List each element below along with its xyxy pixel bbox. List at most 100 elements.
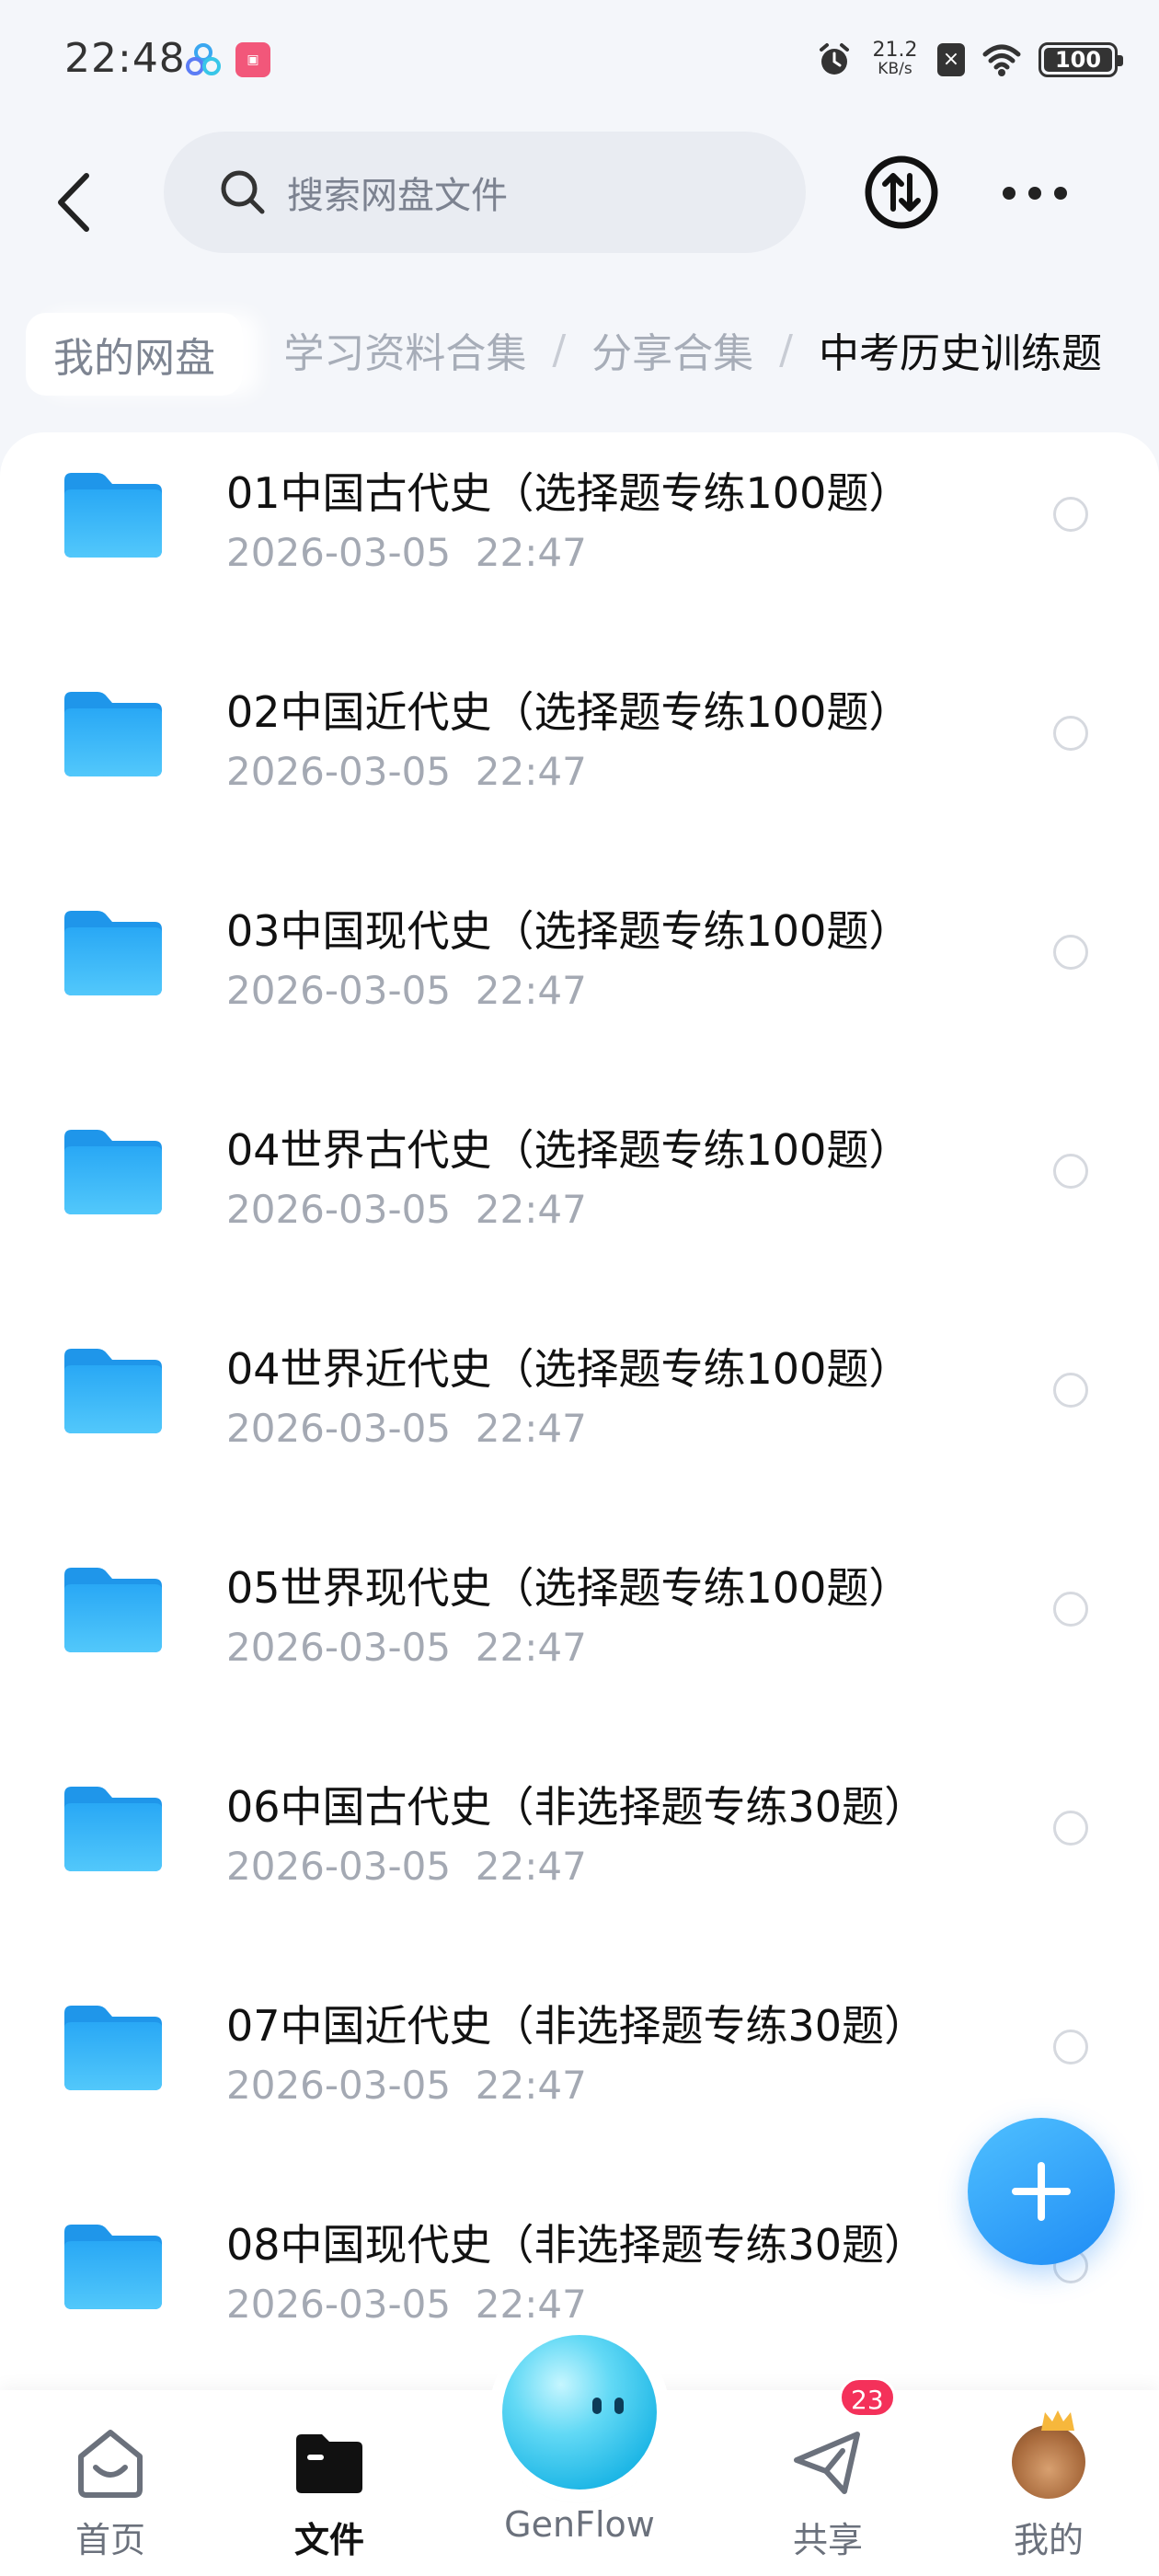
net-speed-unit: KB/s: [878, 60, 912, 78]
more-icon: [1003, 187, 1016, 200]
file-name: 02中国近代史（选择题专练100题）: [226, 687, 912, 737]
nav-share-label: 共享: [792, 2520, 863, 2560]
search-placeholder: 搜索网盘文件: [287, 175, 508, 217]
file-modified: 2026-03-05 22:47: [226, 1406, 587, 1451]
folder-icon: [64, 1349, 162, 1433]
file-date: 2026-03-05: [226, 1187, 452, 1232]
file-modified: 2026-03-05 22:47: [226, 1844, 587, 1889]
folder-icon: [64, 692, 162, 776]
file-modified: 2026-03-05 22:47: [226, 2063, 587, 2108]
file-time: 22:47: [475, 968, 587, 1013]
file-name: 06中国古代史（非选择题专练30题）: [226, 1782, 927, 1832]
top-bar: 搜索网盘文件: [0, 124, 1159, 262]
file-select-checkbox[interactable]: [1053, 1811, 1088, 1846]
folder-icon: [64, 1130, 162, 1214]
file-time: 22:47: [475, 1187, 587, 1232]
battery-level: 100: [1054, 47, 1102, 73]
file-time: 22:47: [475, 749, 587, 794]
file-date: 2026-03-05: [226, 968, 452, 1013]
folder-icon: [64, 911, 162, 995]
nav-genflow-label: GenFlow: [504, 2504, 655, 2545]
file-time: 22:47: [475, 530, 587, 575]
file-select-checkbox[interactable]: [1053, 935, 1088, 970]
bottom-nav: 首页 文件 GenFlow 23 共享 我的: [0, 2335, 1159, 2576]
status-time: 22:48: [64, 35, 186, 82]
wifi-icon: [982, 44, 1021, 76]
genflow-orb-icon: [502, 2335, 657, 2490]
file-modified: 2026-03-05 22:47: [226, 530, 587, 575]
file-name: 04世界近代史（选择题专练100题）: [226, 1344, 912, 1394]
file-select-checkbox[interactable]: [1053, 1373, 1088, 1408]
file-select-checkbox[interactable]: [1053, 497, 1088, 532]
back-button[interactable]: [46, 161, 101, 244]
app-screen: 22:48 ▣ 21.2 KB/s × 100 搜索网盘文件 学习资料合集 / …: [0, 0, 1159, 2576]
file-select-checkbox[interactable]: [1053, 2030, 1088, 2064]
share-badge: 23: [839, 2377, 896, 2418]
file-time: 22:47: [475, 1625, 587, 1670]
net-speed-value: 21.2: [872, 39, 918, 62]
net-speed: 21.2 KB/s: [869, 39, 921, 79]
file-list: 01中国古代史（选择题专练100题） 2026-03-05 22:47 02中国…: [0, 432, 1159, 2392]
nav-mine-label: 我的: [1013, 2520, 1084, 2560]
folder-icon: [64, 473, 162, 558]
file-date: 2026-03-05: [226, 1406, 452, 1451]
nav-genflow[interactable]: GenFlow: [478, 2335, 681, 2576]
add-button[interactable]: [968, 2118, 1115, 2265]
file-date: 2026-03-05: [226, 749, 452, 794]
file-row[interactable]: 02中国近代史（选择题专练100题） 2026-03-05 22:47: [0, 651, 1159, 870]
avatar: [1012, 2410, 1085, 2499]
files-icon: [296, 2434, 362, 2493]
alarm-icon: [820, 43, 849, 75]
file-date: 2026-03-05: [226, 1844, 452, 1889]
file-name: 05世界现代史（选择题专练100题）: [226, 1563, 912, 1613]
file-date: 2026-03-05: [226, 2063, 452, 2108]
breadcrumb-item[interactable]: 学习资料合集: [283, 320, 526, 379]
file-row[interactable]: 05世界现代史（选择题专练100题） 2026-03-05 22:47: [0, 1527, 1159, 1746]
breadcrumb-root[interactable]: 我的网盘: [26, 313, 243, 396]
file-row[interactable]: 04世界近代史（选择题专练100题） 2026-03-05 22:47: [0, 1308, 1159, 1527]
file-time: 22:47: [475, 1844, 587, 1889]
file-row[interactable]: 01中国古代史（选择题专练100题） 2026-03-05 22:47: [0, 432, 1159, 651]
nav-home-label: 首页: [75, 2520, 145, 2560]
file-name: 08中国现代史（非选择题专练30题）: [226, 2220, 927, 2270]
breadcrumb: 学习资料合集 / 分享合集 / 中考历史训练题 我的网盘: [0, 304, 1159, 405]
status-indicators: 21.2 KB/s × 100: [816, 37, 1123, 83]
breadcrumb-separator: /: [779, 326, 793, 374]
no-sim-icon: ×: [937, 43, 965, 76]
file-name: 07中国近代史（非选择题专练30题）: [226, 2001, 927, 2051]
breadcrumb-item[interactable]: 分享合集: [591, 320, 753, 379]
file-row[interactable]: 06中国古代史（非选择题专练30题） 2026-03-05 22:47: [0, 1746, 1159, 1965]
file-name: 03中国现代史（选择题专练100题）: [226, 906, 912, 956]
file-select-checkbox[interactable]: [1053, 716, 1088, 751]
file-name: 04世界古代史（选择题专练100题）: [226, 1125, 912, 1175]
file-modified: 2026-03-05 22:47: [226, 968, 587, 1013]
nav-home[interactable]: 首页: [55, 2390, 166, 2576]
file-select-checkbox[interactable]: [1053, 1592, 1088, 1627]
send-icon: [794, 2432, 860, 2494]
search-input[interactable]: 搜索网盘文件: [164, 132, 806, 253]
nav-files[interactable]: 文件: [274, 2390, 384, 2576]
breadcrumb-separator: /: [552, 326, 567, 374]
transfer-icon[interactable]: [863, 154, 940, 231]
nav-mine[interactable]: 我的: [993, 2390, 1104, 2576]
file-time: 22:47: [475, 2063, 587, 2108]
file-time: 22:47: [475, 1406, 587, 1451]
file-row[interactable]: 04世界古代史（选择题专练100题） 2026-03-05 22:47: [0, 1089, 1159, 1308]
nav-files-label: 文件: [293, 2520, 364, 2560]
video-app-icon: ▣: [235, 42, 270, 77]
file-modified: 2026-03-05 22:47: [226, 1187, 587, 1232]
folder-icon: [64, 2006, 162, 2090]
file-select-checkbox[interactable]: [1053, 1154, 1088, 1189]
file-name: 01中国古代史（选择题专练100题）: [226, 468, 912, 518]
file-modified: 2026-03-05 22:47: [226, 2282, 587, 2327]
folder-icon: [64, 2225, 162, 2309]
file-time: 22:47: [475, 2282, 587, 2327]
file-date: 2026-03-05: [226, 2282, 452, 2327]
file-modified: 2026-03-05 22:47: [226, 1625, 587, 1670]
nav-share[interactable]: 23 共享: [773, 2377, 896, 2576]
more-button[interactable]: [1003, 170, 1067, 216]
file-modified: 2026-03-05 22:47: [226, 749, 587, 794]
breadcrumb-current: 中考历史训练题: [819, 330, 1102, 377]
file-row[interactable]: 03中国现代史（选择题专练100题） 2026-03-05 22:47: [0, 870, 1159, 1089]
plus-icon: [1012, 2162, 1071, 2221]
